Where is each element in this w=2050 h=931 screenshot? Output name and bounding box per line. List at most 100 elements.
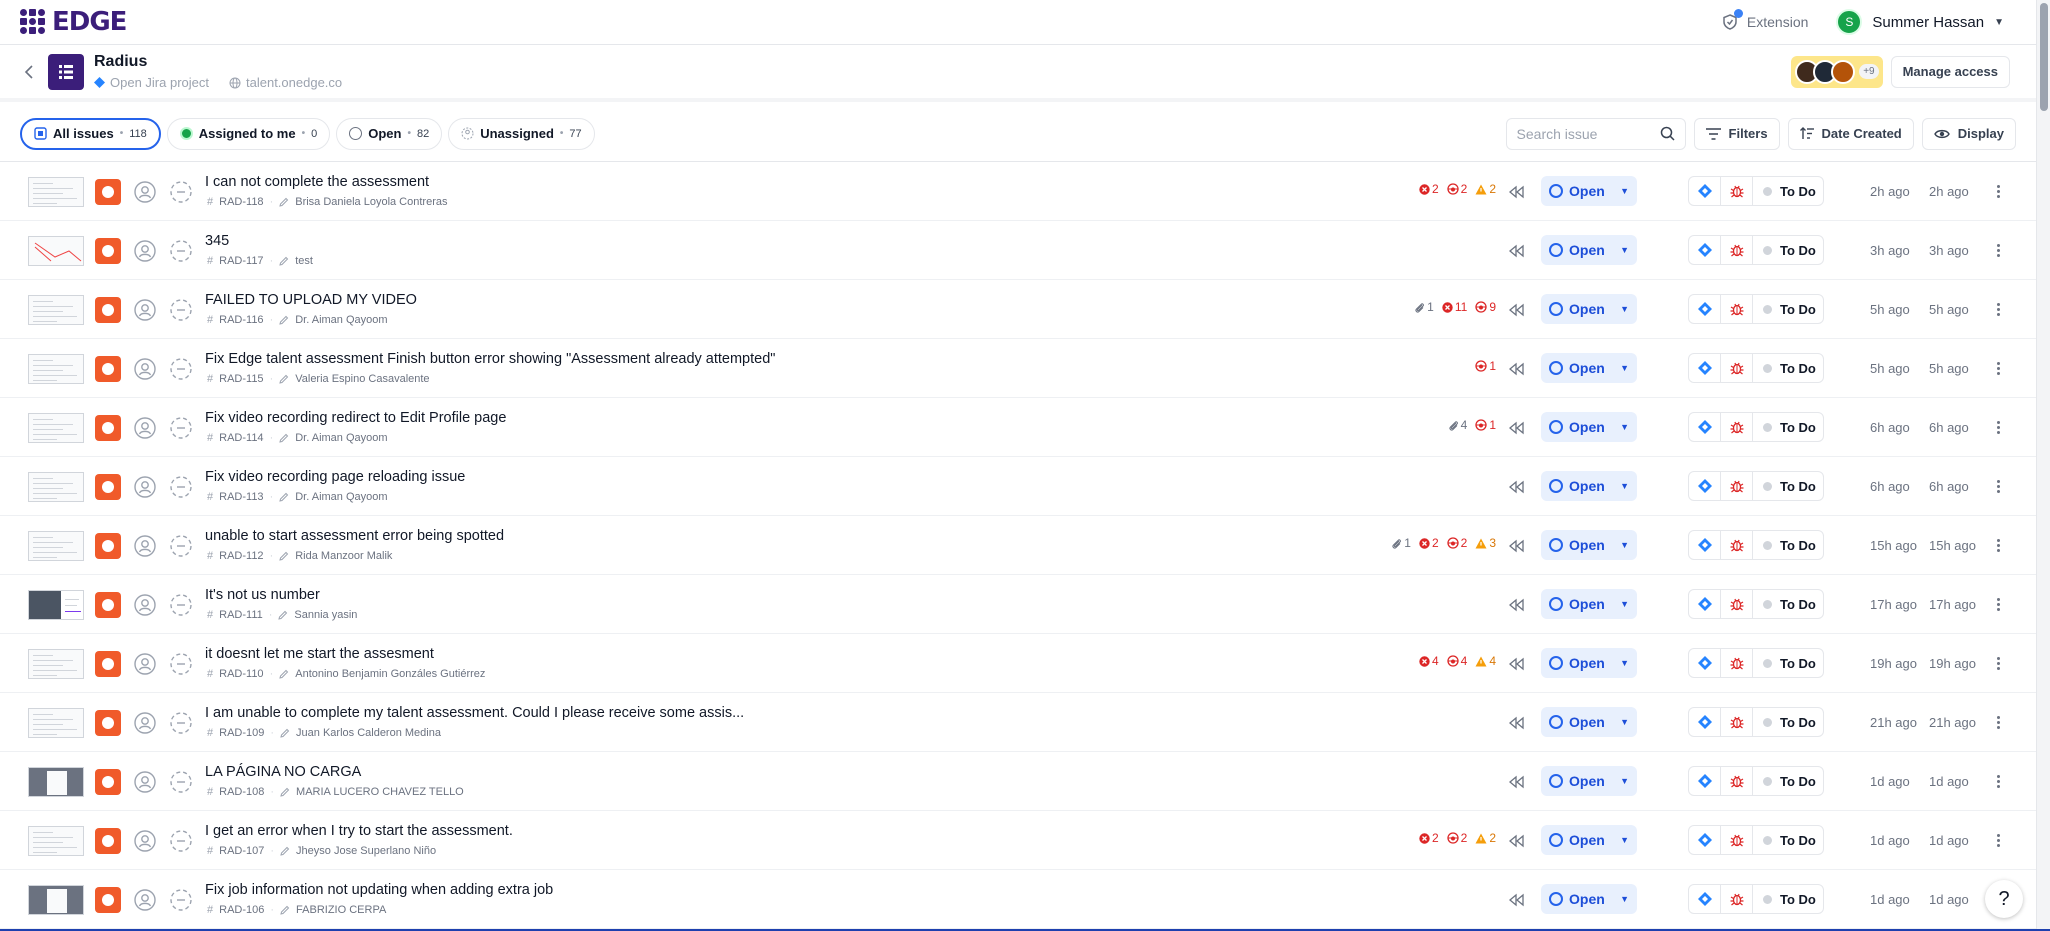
more-actions-button[interactable] xyxy=(1990,536,2006,554)
issue-thumbnail[interactable] xyxy=(28,649,84,679)
issue-row[interactable]: I am unable to complete my talent assess… xyxy=(0,693,2036,752)
issue-thumbnail[interactable] xyxy=(28,767,84,797)
jira-bug-type[interactable] xyxy=(1721,767,1753,795)
chip-unassigned[interactable]: Unassigned • 77 xyxy=(448,117,595,150)
priority-badge[interactable] xyxy=(95,356,121,382)
no-label-icon[interactable] xyxy=(169,239,193,263)
jira-bug-type[interactable] xyxy=(1721,885,1753,913)
extension-button[interactable]: Extension xyxy=(1721,9,1808,31)
replay-icon[interactable] xyxy=(1508,655,1526,673)
issue-row[interactable]: I get an error when I try to start the a… xyxy=(0,811,2036,870)
assignee-icon[interactable] xyxy=(133,711,157,735)
project-domain-link[interactable]: talent.onedge.co xyxy=(229,75,342,90)
replay-icon[interactable] xyxy=(1508,891,1526,909)
jira-status-dropdown[interactable]: To Do xyxy=(1753,892,1816,907)
issue-title[interactable]: 345 xyxy=(205,233,229,249)
jira-status-dropdown[interactable]: To Do xyxy=(1753,597,1816,612)
jira-status-dropdown[interactable]: To Do xyxy=(1753,243,1816,258)
assignee-icon[interactable] xyxy=(133,298,157,322)
assignee-icon[interactable] xyxy=(133,534,157,558)
jira-status-dropdown[interactable]: To Do xyxy=(1753,833,1816,848)
issue-thumbnail[interactable] xyxy=(28,708,84,738)
more-actions-button[interactable] xyxy=(1990,654,2006,672)
jira-bug-type[interactable] xyxy=(1721,177,1753,205)
priority-badge[interactable] xyxy=(95,474,121,500)
status-dropdown[interactable]: Open ▼ xyxy=(1541,176,1637,206)
jira-status-dropdown[interactable]: To Do xyxy=(1753,361,1816,376)
jira-bug-type[interactable] xyxy=(1721,590,1753,618)
issue-row[interactable]: Fix job information not updating when ad… xyxy=(0,870,2036,929)
status-dropdown[interactable]: Open ▼ xyxy=(1541,766,1637,796)
scrollbar-thumb[interactable] xyxy=(2040,3,2048,111)
issue-row[interactable]: unable to start assessment error being s… xyxy=(0,516,2036,575)
jira-link-button[interactable] xyxy=(1689,885,1721,913)
priority-badge[interactable] xyxy=(95,710,121,736)
issue-thumbnail[interactable] xyxy=(28,236,84,266)
jira-link-button[interactable] xyxy=(1689,295,1721,323)
assignee-icon[interactable] xyxy=(133,829,157,853)
issue-row[interactable]: 345 # RAD-117 · test Open ▼ To Do 3h ago… xyxy=(0,221,2036,280)
jira-link-button[interactable] xyxy=(1689,531,1721,559)
jira-link-button[interactable] xyxy=(1689,708,1721,736)
no-label-icon[interactable] xyxy=(169,593,193,617)
jira-status-dropdown[interactable]: To Do xyxy=(1753,479,1816,494)
jira-bug-type[interactable] xyxy=(1721,236,1753,264)
manage-access-button[interactable]: Manage access xyxy=(1890,55,2010,88)
jira-link-button[interactable] xyxy=(1689,649,1721,677)
search-icon[interactable] xyxy=(1660,126,1675,141)
open-jira-link[interactable]: Open Jira project xyxy=(94,75,209,90)
jira-bug-type[interactable] xyxy=(1721,472,1753,500)
issue-row[interactable]: FAILED TO UPLOAD MY VIDEO # RAD-116 · Dr… xyxy=(0,280,2036,339)
issue-row[interactable]: it doesnt let me start the assesment # R… xyxy=(0,634,2036,693)
assignee-icon[interactable] xyxy=(133,770,157,794)
issue-thumbnail[interactable] xyxy=(28,177,84,207)
jira-bug-type[interactable] xyxy=(1721,354,1753,382)
jira-bug-type[interactable] xyxy=(1721,708,1753,736)
priority-badge[interactable] xyxy=(95,828,121,854)
no-label-icon[interactable] xyxy=(169,888,193,912)
status-dropdown[interactable]: Open ▼ xyxy=(1541,530,1637,560)
jira-status-dropdown[interactable]: To Do xyxy=(1753,715,1816,730)
member-avatars[interactable]: +9 xyxy=(1791,55,1883,88)
jira-link-button[interactable] xyxy=(1689,177,1721,205)
jira-bug-type[interactable] xyxy=(1721,413,1753,441)
priority-badge[interactable] xyxy=(95,592,121,618)
edge-logo[interactable]: EDGE xyxy=(20,7,127,37)
more-actions-button[interactable] xyxy=(1990,359,2006,377)
replay-icon[interactable] xyxy=(1508,832,1526,850)
status-dropdown[interactable]: Open ▼ xyxy=(1541,707,1637,737)
filters-button[interactable]: Filters xyxy=(1693,117,1780,150)
jira-status-dropdown[interactable]: To Do xyxy=(1753,656,1816,671)
more-actions-button[interactable] xyxy=(1990,713,2006,731)
sort-button[interactable]: Date Created xyxy=(1787,117,1914,150)
issue-title[interactable]: Fix Edge talent assessment Finish button… xyxy=(205,351,775,367)
no-label-icon[interactable] xyxy=(169,770,193,794)
more-actions-button[interactable] xyxy=(1990,182,2006,200)
issue-title[interactable]: FAILED TO UPLOAD MY VIDEO xyxy=(205,292,417,308)
jira-status-dropdown[interactable]: To Do xyxy=(1753,538,1816,553)
issue-thumbnail[interactable] xyxy=(28,826,84,856)
assignee-icon[interactable] xyxy=(133,357,157,381)
priority-badge[interactable] xyxy=(95,651,121,677)
assignee-icon[interactable] xyxy=(133,888,157,912)
issue-row[interactable]: I can not complete the assessment # RAD-… xyxy=(0,162,2036,221)
more-actions-button[interactable] xyxy=(1990,477,2006,495)
issue-thumbnail[interactable] xyxy=(28,472,84,502)
replay-icon[interactable] xyxy=(1508,596,1526,614)
status-dropdown[interactable]: Open ▼ xyxy=(1541,589,1637,619)
status-dropdown[interactable]: Open ▼ xyxy=(1541,235,1637,265)
status-dropdown[interactable]: Open ▼ xyxy=(1541,825,1637,855)
no-label-icon[interactable] xyxy=(169,534,193,558)
issue-row[interactable]: It's not us number # RAD-111 · Sannia ya… xyxy=(0,575,2036,634)
assignee-icon[interactable] xyxy=(133,180,157,204)
user-menu[interactable]: S Summer Hassan ▼ xyxy=(1836,9,2004,35)
chip-assigned-to-me[interactable]: Assigned to me • 0 xyxy=(166,117,331,150)
jira-link-button[interactable] xyxy=(1689,472,1721,500)
replay-icon[interactable] xyxy=(1508,773,1526,791)
assignee-icon[interactable] xyxy=(133,239,157,263)
issue-title[interactable]: it doesnt let me start the assesment xyxy=(205,646,434,662)
more-actions-button[interactable] xyxy=(1990,300,2006,318)
status-dropdown[interactable]: Open ▼ xyxy=(1541,648,1637,678)
jira-link-button[interactable] xyxy=(1689,413,1721,441)
priority-badge[interactable] xyxy=(95,887,121,913)
